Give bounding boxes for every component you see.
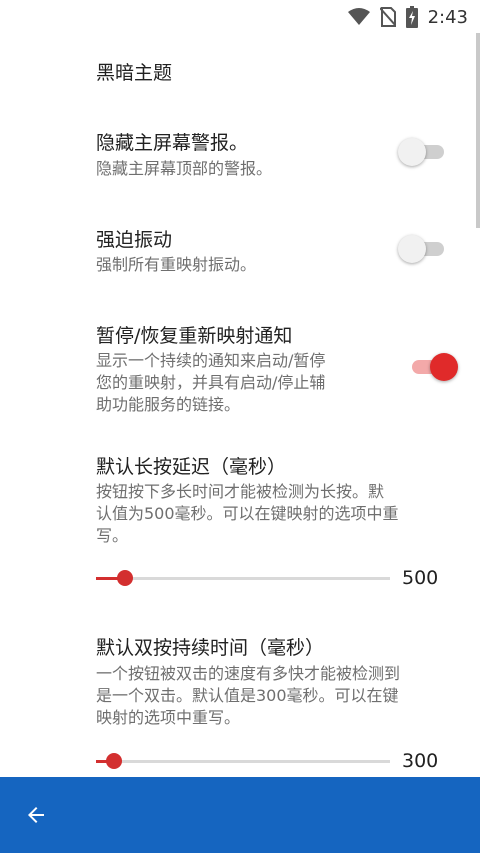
hide-alerts-switch[interactable] [398,137,450,167]
pause-resume-notification-title: 暂停/恢复重新映射通知 [96,325,293,347]
battery-charging-icon [405,6,418,28]
bottom-app-bar [0,777,480,853]
slider-thumb[interactable] [117,570,134,586]
pause-resume-notification-switch[interactable] [406,352,458,382]
force-vibration-title: 强迫振动 [96,229,173,251]
long-press-delay-title: 默认长按延迟（毫秒） [96,456,287,478]
force-vibration-description: 强制所有重映射振动。 [96,255,257,274]
double-press-duration-title: 默认双按持续时间（毫秒） [96,637,325,659]
dark-theme-title[interactable]: 黑暗主题 [96,58,172,85]
hide-alerts-description: 隐藏主屏幕顶部的警报。 [96,159,273,178]
force-vibration-switch[interactable] [398,234,450,264]
long-press-delay-value: 500 [402,567,439,589]
status-bar: 2:43 [0,0,480,32]
double-press-duration-slider[interactable] [96,749,390,773]
long-press-delay-description: 按钮按下多长时间才能被检测为长按。默 认值为500毫秒。可以在键映射的选项中重 … [96,482,399,545]
slider-thumb[interactable] [105,753,122,769]
wifi-icon [347,8,370,25]
arrow-back-icon [28,807,44,823]
no-sim-icon [379,7,396,27]
status-time: 2:43 [427,6,468,28]
double-press-duration-description: 一个按钮被双击的速度有多快才能被检测到 是一个双击。默认值是300毫秒。可以在键… [96,664,401,727]
double-press-duration-value: 300 [402,750,439,772]
back-button[interactable] [14,793,58,837]
pause-resume-notification-description: 显示一个持续的通知来启动/暂停 您的重映射，并具有启动/停止辅 助功能服务的链接… [96,351,326,414]
scrollbar[interactable] [476,33,480,228]
long-press-delay-slider[interactable] [96,566,390,590]
hide-alerts-title: 隐藏主屏幕警报。 [96,132,249,154]
